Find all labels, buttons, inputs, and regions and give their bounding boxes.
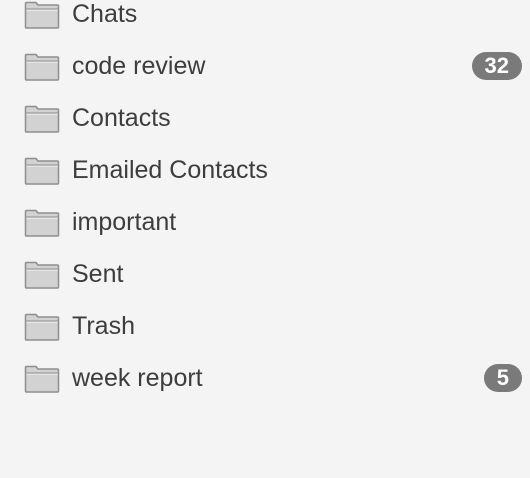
folder-label: Trash: [72, 312, 135, 340]
folder-item-chats[interactable]: Chats: [0, 0, 530, 40]
mail-folder-sidebar: Chats code review 32 Contacts Emailed Co…: [0, 0, 530, 478]
folder-list: Chats code review 32 Contacts Emailed Co…: [0, 0, 530, 404]
folder-item-emailed-contacts[interactable]: Emailed Contacts: [0, 144, 530, 196]
folder-label: Chats: [72, 0, 138, 28]
folder-icon: [24, 209, 60, 237]
folder-item-sent[interactable]: Sent: [0, 248, 530, 300]
folder-icon: [24, 365, 60, 393]
folder-icon: [24, 313, 60, 341]
folder-item-important[interactable]: important: [0, 196, 530, 248]
folder-item-contacts[interactable]: Contacts: [0, 92, 530, 144]
folder-label: Sent: [72, 260, 124, 288]
folder-icon: [24, 261, 60, 289]
folder-label: code review: [72, 52, 206, 80]
folder-icon: [24, 53, 60, 81]
folder-item-trash[interactable]: Trash: [0, 300, 530, 352]
folder-label: week report: [72, 364, 203, 392]
folder-icon: [24, 1, 60, 29]
folder-icon: [24, 157, 60, 185]
folder-label: important: [72, 208, 177, 236]
folder-item-code-review[interactable]: code review 32: [0, 40, 530, 92]
folder-label: Contacts: [72, 104, 171, 132]
folder-item-week-report[interactable]: week report 5: [0, 352, 530, 404]
folder-icon: [24, 105, 60, 133]
folder-label: Emailed Contacts: [72, 156, 268, 184]
unread-count-badge: 32: [471, 52, 522, 80]
unread-count-badge: 5: [483, 364, 522, 392]
